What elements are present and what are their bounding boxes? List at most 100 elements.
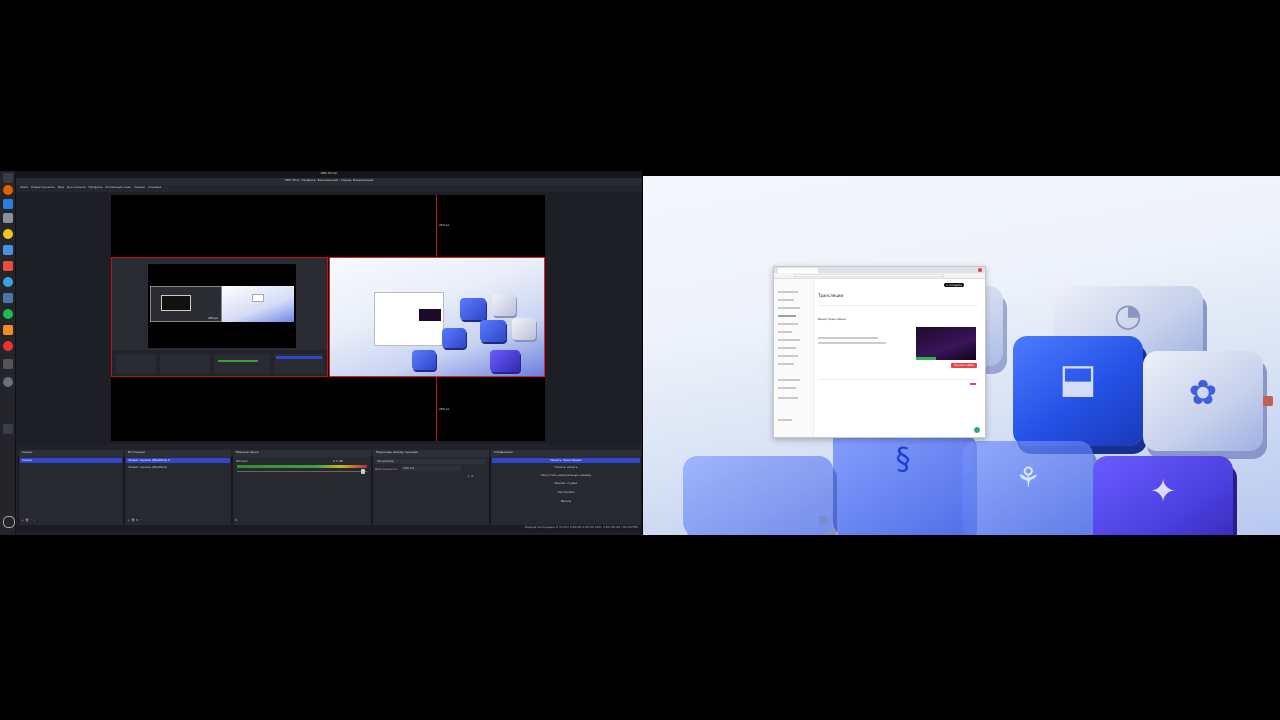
settings-button[interactable]: Настройки — [492, 490, 640, 494]
scene-item[interactable]: Сцена — [20, 458, 122, 463]
start-recording-button[interactable]: Начать запись — [492, 465, 640, 469]
sidebar-link[interactable] — [778, 299, 794, 301]
music-icon[interactable] — [3, 261, 13, 271]
preview-canvas[interactable]: 254 px 484 px 256 px — [111, 195, 545, 441]
wallpaper-cube: ⬓ — [1013, 336, 1143, 446]
transitions-dock: Переходы между сценами Затухание Длитель… — [372, 450, 490, 528]
guide-label-bottom: 256 px — [439, 407, 450, 411]
trash-icon[interactable] — [3, 377, 13, 387]
menu-view[interactable]: Вид — [58, 185, 64, 189]
menu-scene-collection[interactable]: Коллекция сцен — [105, 185, 131, 189]
sidebar-link[interactable] — [778, 355, 798, 357]
remove-source-icon[interactable]: 🗑 — [131, 518, 135, 522]
scene-down-icon[interactable]: ⌄ — [33, 518, 36, 522]
nested-mini-browser — [252, 294, 264, 302]
url-field[interactable] — [794, 274, 944, 277]
sidebar-link[interactable] — [778, 397, 798, 399]
delete-icon[interactable] — [970, 383, 976, 385]
source-item-selected[interactable]: Захват экрана (PipeWire) 2 — [126, 458, 230, 463]
remove-scene-icon[interactable]: 🗑 — [25, 518, 29, 522]
power-icon[interactable] — [3, 516, 15, 528]
left-monitor: OBS Studio OBS 30.0 - Профиль: Безымянны… — [0, 171, 642, 535]
scene-up-icon[interactable]: ⌃ — [30, 518, 33, 522]
taskbar — [0, 171, 16, 535]
right-monitor: ◔ ⬓ ✿ § ⚘ ✦ + Создать Трансляции Ваши тр… — [643, 176, 1280, 535]
sidebar-link[interactable] — [778, 291, 798, 293]
source-up-icon[interactable]: ⌃ — [139, 518, 142, 522]
volume-slider-handle[interactable] — [361, 469, 365, 474]
studio-mode-button[interactable]: Режим студии — [492, 481, 640, 485]
controls-dock-title: Управление — [491, 450, 641, 457]
mixer-level-label: 0.0 dB — [333, 459, 343, 463]
add-scene-icon[interactable]: ＋ — [21, 518, 24, 522]
controls-dock: Управление Начать трансляцию Начать запи… — [490, 450, 642, 528]
menu-tools[interactable]: Сервис — [134, 185, 145, 189]
sidebar-link-active[interactable] — [778, 315, 796, 317]
yandex-icon[interactable] — [3, 341, 13, 351]
sources-dock-toolbar: ＋ 🗑 ⚙ ⌃ — [127, 518, 142, 522]
duration-input[interactable]: 300 ms — [401, 466, 461, 471]
cube-decor — [492, 294, 516, 316]
sidebar-link[interactable] — [778, 419, 792, 421]
chat-widget-icon[interactable] — [974, 427, 980, 433]
source-screen-capture-1[interactable] — [329, 257, 545, 377]
firefox-icon[interactable] — [3, 185, 13, 195]
mixer-settings-icon[interactable]: ⚙ — [235, 518, 238, 522]
sidebar-link[interactable] — [778, 331, 792, 333]
show-apps-icon[interactable] — [3, 424, 13, 434]
menu-profile[interactable]: Профиль — [88, 185, 102, 189]
sidebar-link[interactable] — [778, 347, 796, 349]
transition-add-icon[interactable]: ＋ ⚙ — [467, 474, 474, 478]
start-streaming-button[interactable]: Начать трансляцию — [492, 458, 640, 463]
captured-video-thumb — [419, 309, 441, 321]
launcher-icon[interactable] — [3, 173, 13, 183]
sidebar-link[interactable] — [778, 323, 798, 325]
topbar-title: OBS Studio — [320, 171, 338, 175]
sidebar-link[interactable] — [778, 363, 794, 365]
browser-window[interactable]: + Создать Трансляции Ваши трансляции Нач… — [773, 266, 986, 438]
virtual-camera-button[interactable]: Запустить виртуальную камеру — [492, 473, 640, 477]
text-editor-icon[interactable] — [3, 245, 13, 255]
terminal-icon[interactable] — [3, 359, 13, 369]
scenes-dock-title: Сцены — [19, 450, 123, 457]
transition-select[interactable]: Затухание — [375, 459, 485, 464]
obs-app-icon[interactable] — [3, 229, 13, 239]
settings-icon[interactable] — [3, 213, 13, 223]
docks-area: Сцены Сцена ＋ 🗑 ⌃ ⌄ Источники Захват экр… — [16, 444, 642, 535]
nested-meter — [218, 360, 258, 362]
menu-docks[interactable]: Док-панели — [67, 185, 86, 189]
stream-preview-thumbnail[interactable] — [916, 327, 976, 360]
sidebar-link[interactable] — [778, 339, 800, 341]
image-viewer-icon[interactable] — [3, 325, 13, 335]
browser-sidebar — [774, 279, 814, 437]
sources-dock-title: Источники — [125, 450, 231, 457]
files-icon[interactable] — [3, 199, 13, 209]
desktop-file-icon[interactable] — [1263, 396, 1273, 406]
sidebar-link[interactable] — [778, 307, 800, 309]
create-button[interactable]: + Создать — [944, 283, 964, 287]
telegram-icon[interactable] — [3, 277, 13, 287]
captured-browser-window — [374, 292, 444, 346]
close-window-icon[interactable] — [978, 268, 982, 272]
mixer-track-label: Mic/Aux — [236, 459, 248, 463]
sidebar-link[interactable] — [778, 379, 800, 381]
menu-edit[interactable]: Редактировать — [31, 185, 55, 189]
wallpaper-cube: ⚘ — [963, 441, 1093, 535]
cube-decor — [490, 350, 520, 372]
guide-label-center: 484 px — [208, 316, 219, 320]
duration-label: Длительность — [375, 467, 398, 471]
menu-help[interactable]: Справка — [148, 185, 161, 189]
menu-file[interactable]: Файл — [20, 185, 28, 189]
start-stream-button[interactable]: Начать эфир — [951, 363, 977, 368]
add-source-icon[interactable]: ＋ — [127, 518, 130, 522]
exit-button[interactable]: Выход — [492, 499, 640, 503]
source-item[interactable]: Захват экрана (PipeWire) — [128, 465, 167, 469]
spotify-icon[interactable] — [3, 309, 13, 319]
vk-icon[interactable] — [3, 293, 13, 303]
volume-slider[interactable] — [237, 471, 367, 472]
stream-info-line — [818, 337, 878, 339]
source-screen-capture-2[interactable]: 484 px — [111, 257, 328, 377]
divider — [818, 379, 978, 380]
sidebar-link[interactable] — [778, 387, 796, 389]
desktop-shortcut-icon[interactable] — [819, 516, 827, 524]
